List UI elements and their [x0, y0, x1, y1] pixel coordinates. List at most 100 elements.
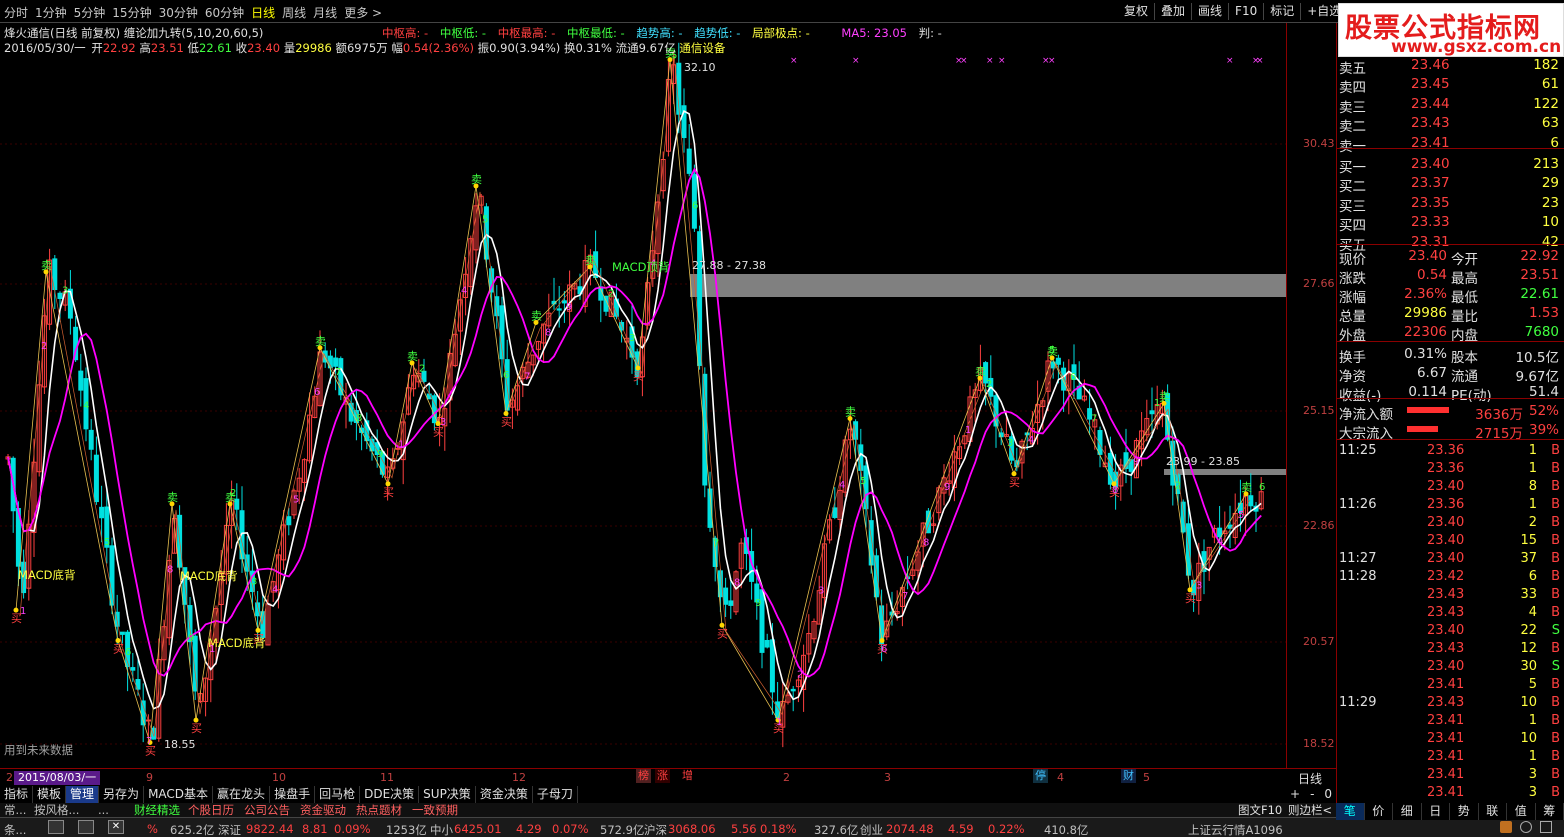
period-tab[interactable]: 周线 [282, 4, 306, 21]
clock-icon[interactable] [1520, 821, 1532, 833]
toolbar-button[interactable]: 复权 [1118, 3, 1156, 20]
status-item: 5.56 [731, 822, 757, 836]
trend-high: 趋势高: - [636, 26, 683, 40]
settings-icon[interactable] [1540, 821, 1552, 833]
count-digit: 8 [356, 413, 362, 424]
tick-side: B [1551, 497, 1560, 512]
indicator-tab[interactable]: 资金决策 [476, 786, 533, 803]
indicator-tab[interactable]: 操盘手 [270, 786, 316, 803]
f10-tab[interactable]: 图文F10 [1238, 803, 1282, 817]
status-item: 9822.44 [246, 822, 294, 836]
period-tab[interactable]: 1分钟 [35, 4, 67, 21]
reset-button[interactable]: 0 [1324, 787, 1332, 801]
tick-side: B [1551, 713, 1560, 728]
tick-side: B [1551, 605, 1560, 620]
period-tab[interactable]: 更多 > [344, 4, 382, 21]
tick-view-tab[interactable]: 笔 [1336, 803, 1365, 820]
info-subtab[interactable]: 资金驱动 [300, 803, 346, 817]
event-marker[interactable]: 增 [680, 769, 695, 783]
indicator-tab[interactable]: 赢在龙头 [213, 786, 271, 803]
tick-price: 23.40 [1427, 515, 1465, 530]
orderbook-price: 23.43 [1411, 115, 1450, 132]
count-digit: 5 [482, 214, 488, 225]
candle-body [93, 454, 99, 503]
tick-time: 11:27 [1339, 551, 1377, 566]
price-tick: 22.86 [1303, 519, 1335, 532]
tick-side: B [1551, 533, 1560, 548]
period-tab[interactable]: 日线 [251, 4, 275, 21]
toolbar-button[interactable]: 画线 [1192, 3, 1230, 20]
tick-view-tab[interactable]: 细 [1393, 803, 1422, 820]
zoom-out-button[interactable]: - [1310, 787, 1314, 801]
sidebar-toggle[interactable]: 则边栏< [1288, 803, 1332, 817]
tick-price: 23.36 [1427, 443, 1465, 458]
event-marker[interactable]: 榜 [636, 769, 651, 783]
event-marker[interactable]: 涨 [655, 769, 670, 783]
count-digit: 2 [986, 379, 992, 390]
tick-row: 23.41 5 B [1337, 675, 1564, 693]
tick-view-tab[interactable]: 筹 [1536, 803, 1564, 820]
tick-vol: 10 [1520, 695, 1537, 710]
tick-price: 23.40 [1427, 479, 1465, 494]
event-marker[interactable]: 停 [1033, 769, 1048, 783]
info-subtab[interactable]: 常... [4, 803, 26, 817]
close-icon[interactable]: ✕ [108, 820, 124, 834]
count-digit: 5 [1238, 510, 1244, 521]
toolbar-button[interactable]: 叠加 [1155, 3, 1193, 20]
tick-time: 11:29 [1339, 695, 1377, 710]
status-item: 1253亿 [386, 823, 427, 837]
zoom-in-button[interactable]: + [1290, 787, 1300, 801]
swing-value: 振0.90(3.94%) [477, 41, 561, 55]
indicator-tab[interactable]: MACD基本 [144, 786, 214, 803]
indicator-tab[interactable]: 管理 [66, 786, 100, 803]
minimize-icon[interactable] [48, 820, 64, 834]
count-digit: 8 [1112, 485, 1118, 496]
info-subtab[interactable]: 公司公告 [244, 803, 290, 817]
indicator-tab[interactable]: 另存为 [99, 786, 145, 803]
count-digit: 9 [1133, 457, 1139, 468]
tick-price: 23.42 [1427, 569, 1465, 584]
info-subtab[interactable]: 财经精选 [134, 803, 180, 817]
tick-view-tab[interactable]: 日 [1422, 803, 1450, 820]
indicator-tab[interactable]: DDE决策 [360, 786, 420, 803]
quote-value: 22306 [1404, 324, 1447, 340]
candle-body [702, 373, 708, 486]
indicator-tab[interactable]: 子母刀 [533, 786, 578, 803]
zs-high: 中枢高: - [382, 26, 429, 40]
tick-price: 23.43 [1427, 641, 1465, 656]
period-tab[interactable]: 60分钟 [205, 4, 244, 21]
float-cap-value: 流通9.67亿 [615, 41, 676, 55]
event-marker[interactable]: 财 [1121, 769, 1136, 783]
info-subtab[interactable]: 一致预期 [412, 803, 458, 817]
tick-view-tab[interactable]: 价 [1365, 803, 1393, 820]
tick-vol: 12 [1520, 641, 1537, 656]
restore-icon[interactable] [78, 820, 94, 834]
bell-icon[interactable] [1500, 821, 1512, 833]
period-tab[interactable]: 5分钟 [74, 4, 106, 21]
count-digit: 5 [1049, 345, 1055, 356]
indicator-tab[interactable]: 回马枪 [315, 786, 361, 803]
period-tab[interactable]: 15分钟 [112, 4, 151, 21]
tick-view-tab[interactable]: 联 [1479, 803, 1507, 820]
macd-bottom-div-1: MACD底背 [18, 568, 76, 582]
kline-chart[interactable]: 买卖买买卖买卖买卖买卖买卖买卖卖买卖买买卖买卖买卖买卖买卖12345678912… [0, 23, 1286, 768]
info-subtab[interactable]: 按风格... [34, 803, 79, 817]
period-indicator[interactable]: 日线 [1298, 770, 1322, 787]
info-subtab[interactable]: 个股日历 [188, 803, 234, 817]
info-subtab[interactable]: 热点题材 [356, 803, 402, 817]
period-tab[interactable]: 30分钟 [159, 4, 198, 21]
toolbar-button[interactable]: 标记 [1264, 3, 1302, 20]
tick-view-tab[interactable]: 势 [1450, 803, 1479, 820]
kline-canvas[interactable]: 买卖买买卖买卖买卖买卖买卖买卖卖买卖买买卖买卖买卖买卖买卖12345678912… [0, 23, 1286, 768]
tick-side: B [1551, 641, 1560, 656]
indicator-tab[interactable]: 指标 [0, 786, 34, 803]
toolbar-button[interactable]: F10 [1229, 3, 1265, 20]
indicator-tab[interactable]: 模板 [33, 786, 67, 803]
info-subtab[interactable]: ... [98, 803, 109, 817]
tick-price: 23.36 [1427, 497, 1465, 512]
tick-view-tab[interactable]: 值 [1507, 803, 1536, 820]
period-tab[interactable]: 分时 [4, 4, 28, 21]
period-tab[interactable]: 月线 [313, 4, 337, 21]
indicator-tab[interactable]: SUP决策 [419, 786, 476, 803]
count-digit: 9 [755, 598, 761, 609]
